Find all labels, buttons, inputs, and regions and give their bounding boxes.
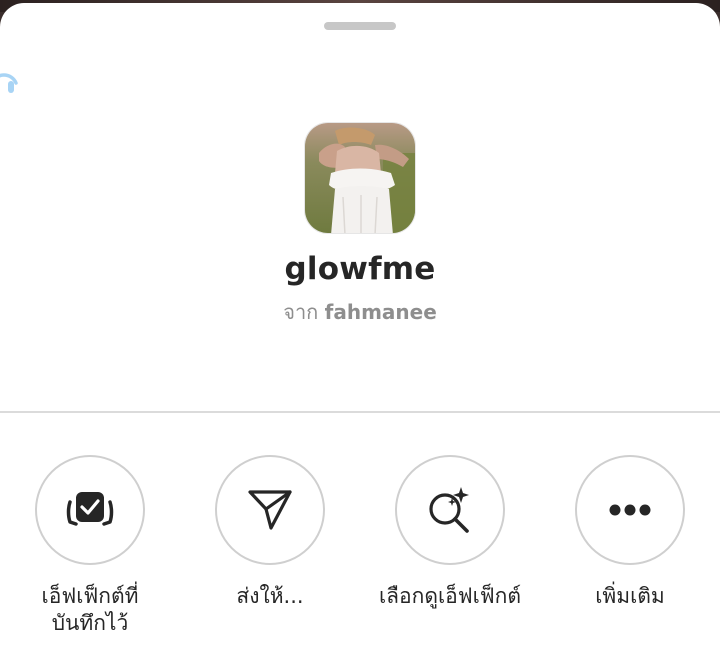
send-to-button[interactable] [215,455,325,565]
more-action: เพิ่มเติม [540,455,720,610]
send-to-action: ส่งให้... [180,455,360,610]
byline-prefix: จาก [283,300,319,324]
effect-creator-line: จาก fahmanee [0,296,720,328]
effect-bottom-sheet: glowfme จาก fahmanee เอ็ฟเฟ็กต์ที่ บันทึ… [0,3,720,667]
more-icon [609,504,651,516]
browse-effects-icon [429,487,469,533]
browse-effects-button[interactable] [395,455,505,565]
saved-effects-action: เอ็ฟเฟ็กต์ที่ บันทึกไว้ [0,455,180,637]
effect-name: glowfme [284,251,436,287]
browse-effects-label: เลือกดูเอ็ฟเฟ็กต์ [378,584,522,608]
drag-handle[interactable] [324,22,396,30]
headphones-icon [0,73,18,93]
send-icon [248,490,292,530]
saved-effects-label-line1: เอ็ฟเฟ็กต์ที่ [41,584,139,608]
effect-thumbnail [304,122,416,234]
browse-effects-action: เลือกดูเอ็ฟเฟ็กต์ [360,455,540,610]
creator-username[interactable]: fahmanee [325,300,437,324]
saved-effects-icon [66,492,114,526]
saved-effects-label: เอ็ฟเฟ็กต์ที่ บันทึกไว้ [0,583,180,637]
saved-effects-label-line2: บันทึกไว้ [51,611,129,635]
more-button[interactable] [575,455,685,565]
divider [0,411,720,413]
send-to-label: ส่งให้... [236,584,304,608]
more-label: เพิ่มเติม [595,584,665,608]
saved-effects-button[interactable] [35,455,145,565]
effect-thumbnail-image [305,123,415,233]
